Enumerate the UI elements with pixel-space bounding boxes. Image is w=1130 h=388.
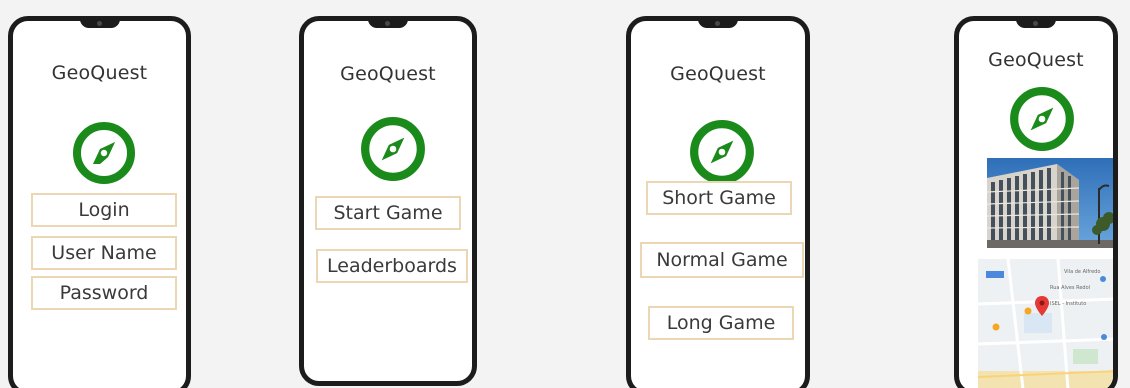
app-title: GeoQuest [340,63,436,85]
phone-screen-game-mode: GeoQuest Short Game Normal Game Long Gam… [626,16,810,388]
compass-icon [1010,87,1074,151]
compass-icon [690,120,754,184]
map-roads [978,259,1113,388]
app-title: GeoQuest [988,49,1084,71]
app-title: GeoQuest [670,63,766,85]
short-game-button[interactable]: Short Game [646,181,792,215]
phone-screen-menu: GeoQuest Start Game Leaderboards [299,16,477,386]
long-game-button[interactable]: Long Game [648,306,794,340]
compass-icon [361,117,425,181]
password-field[interactable]: Password [31,276,177,310]
phone-notch [698,21,738,28]
phone-screen-location: GeoQuest Rua Alves Redol ISEL - Institut… [954,16,1118,388]
map-label: Rua Alves Redol [1050,285,1091,291]
start-game-button[interactable]: Start Game [315,196,461,230]
map-label: ISEL - Instituto [1050,301,1087,307]
app-title: GeoQuest [51,62,148,84]
leaderboards-button[interactable]: Leaderboards [316,249,468,283]
map-label: Vila de Alfredo [1064,269,1101,275]
phone-notch [79,21,120,28]
normal-game-button[interactable]: Normal Game [640,242,804,278]
location-map[interactable]: Rua Alves Redol ISEL - Instituto Vila de… [978,259,1113,388]
compass-icon [73,122,135,184]
phone-screen-login: GeoQuest Login User Name Password [8,16,191,388]
location-photo [987,158,1113,248]
login-button[interactable]: Login [31,193,177,227]
map-pin-icon [1035,296,1049,316]
phone-notch [368,21,408,28]
username-field[interactable]: User Name [31,236,177,270]
phone-notch [1016,21,1056,28]
